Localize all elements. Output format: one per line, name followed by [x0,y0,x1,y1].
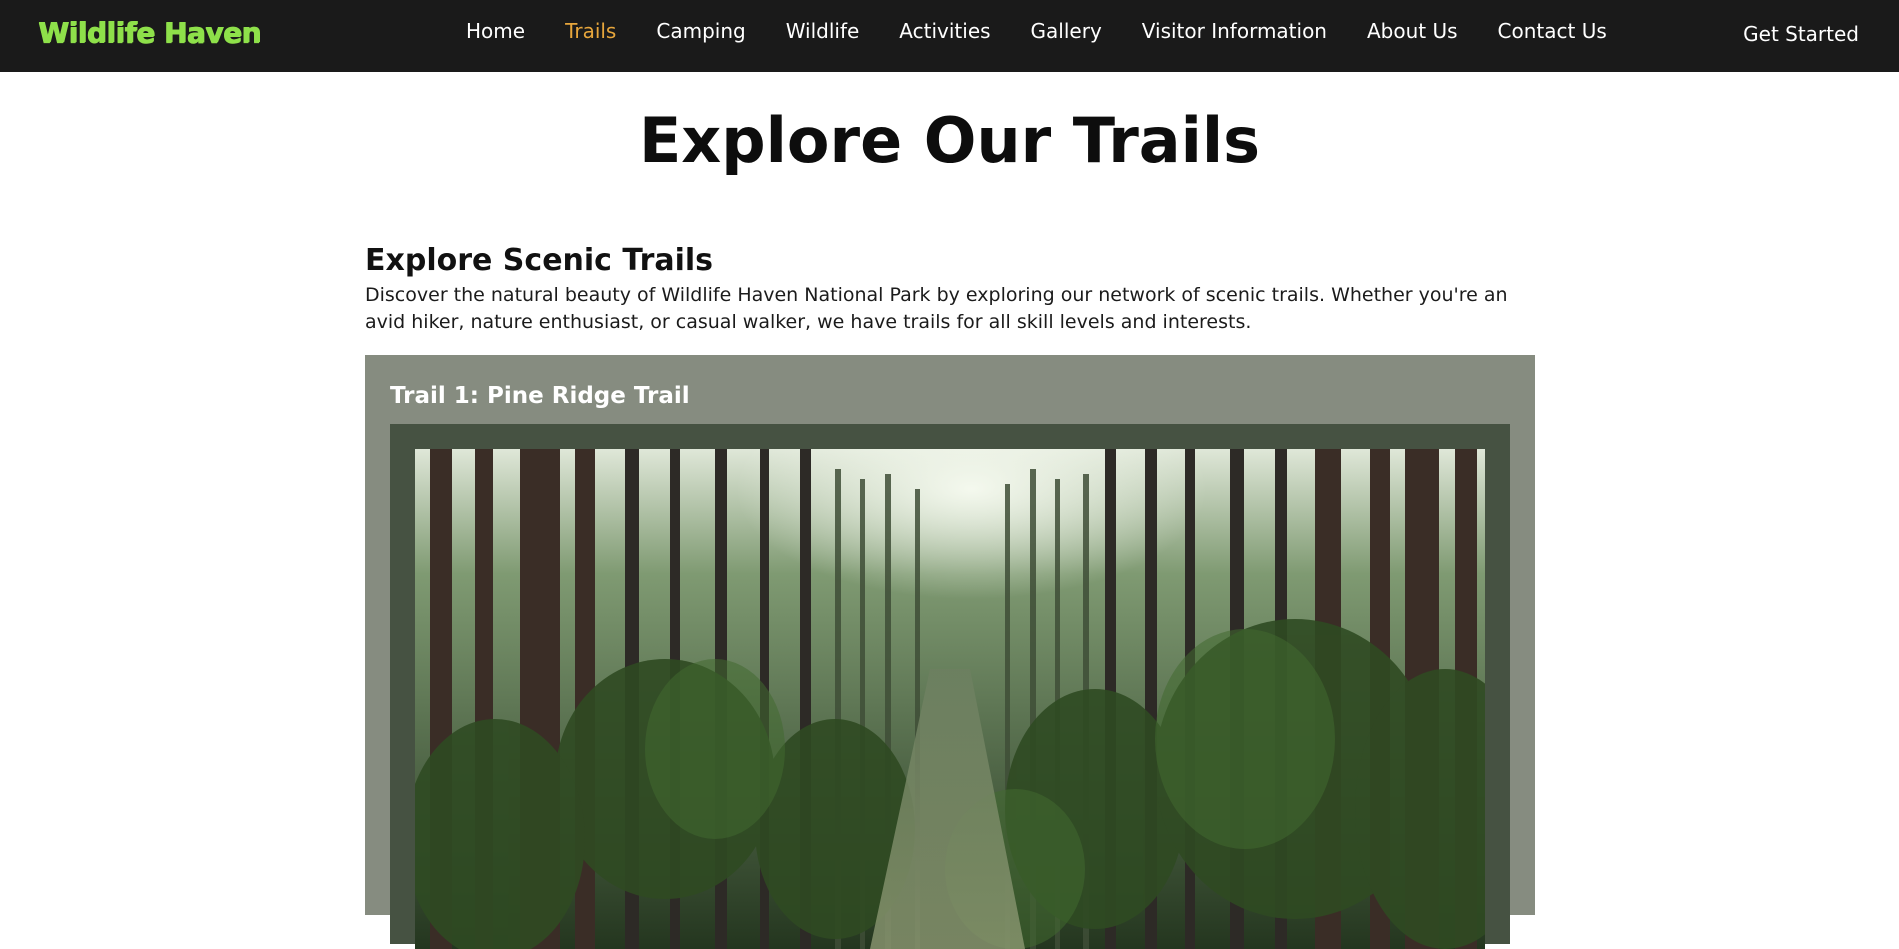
top-navigation-bar: Wildlife Haven Home Trails Camping Wildl… [0,0,1899,72]
nav-gallery[interactable]: Gallery [1011,18,1122,44]
trails-intro-section: Explore Scenic Trails Discover the natur… [365,240,1535,336]
section-heading: Explore Scenic Trails [365,243,714,278]
nav-visitor-information[interactable]: Visitor Information [1122,18,1347,44]
site-logo[interactable]: Wildlife Haven [38,16,261,49]
nav-contact-us[interactable]: Contact Us [1478,18,1627,44]
trail-card: Trail 1: Pine Ridge Trail [365,355,1535,949]
nav-trails[interactable]: Trails [545,18,636,44]
page-title: Explore Our Trails [638,104,1261,177]
trail-photo [415,449,1485,949]
trail-image-frame [390,424,1510,949]
get-started-button[interactable]: Get Started [1743,22,1859,46]
main-nav: Home Trails Camping Wildlife Activities … [446,18,1627,44]
nav-about-us[interactable]: About Us [1347,18,1478,44]
nav-activities[interactable]: Activities [879,18,1010,44]
section-description: Discover the natural beauty of Wildlife … [365,284,1508,333]
nav-wildlife[interactable]: Wildlife [766,18,880,44]
trail-title: Trail 1: Pine Ridge Trail [390,383,690,409]
nav-camping[interactable]: Camping [636,18,765,44]
nav-home[interactable]: Home [446,18,545,44]
forest-image [415,449,1485,949]
